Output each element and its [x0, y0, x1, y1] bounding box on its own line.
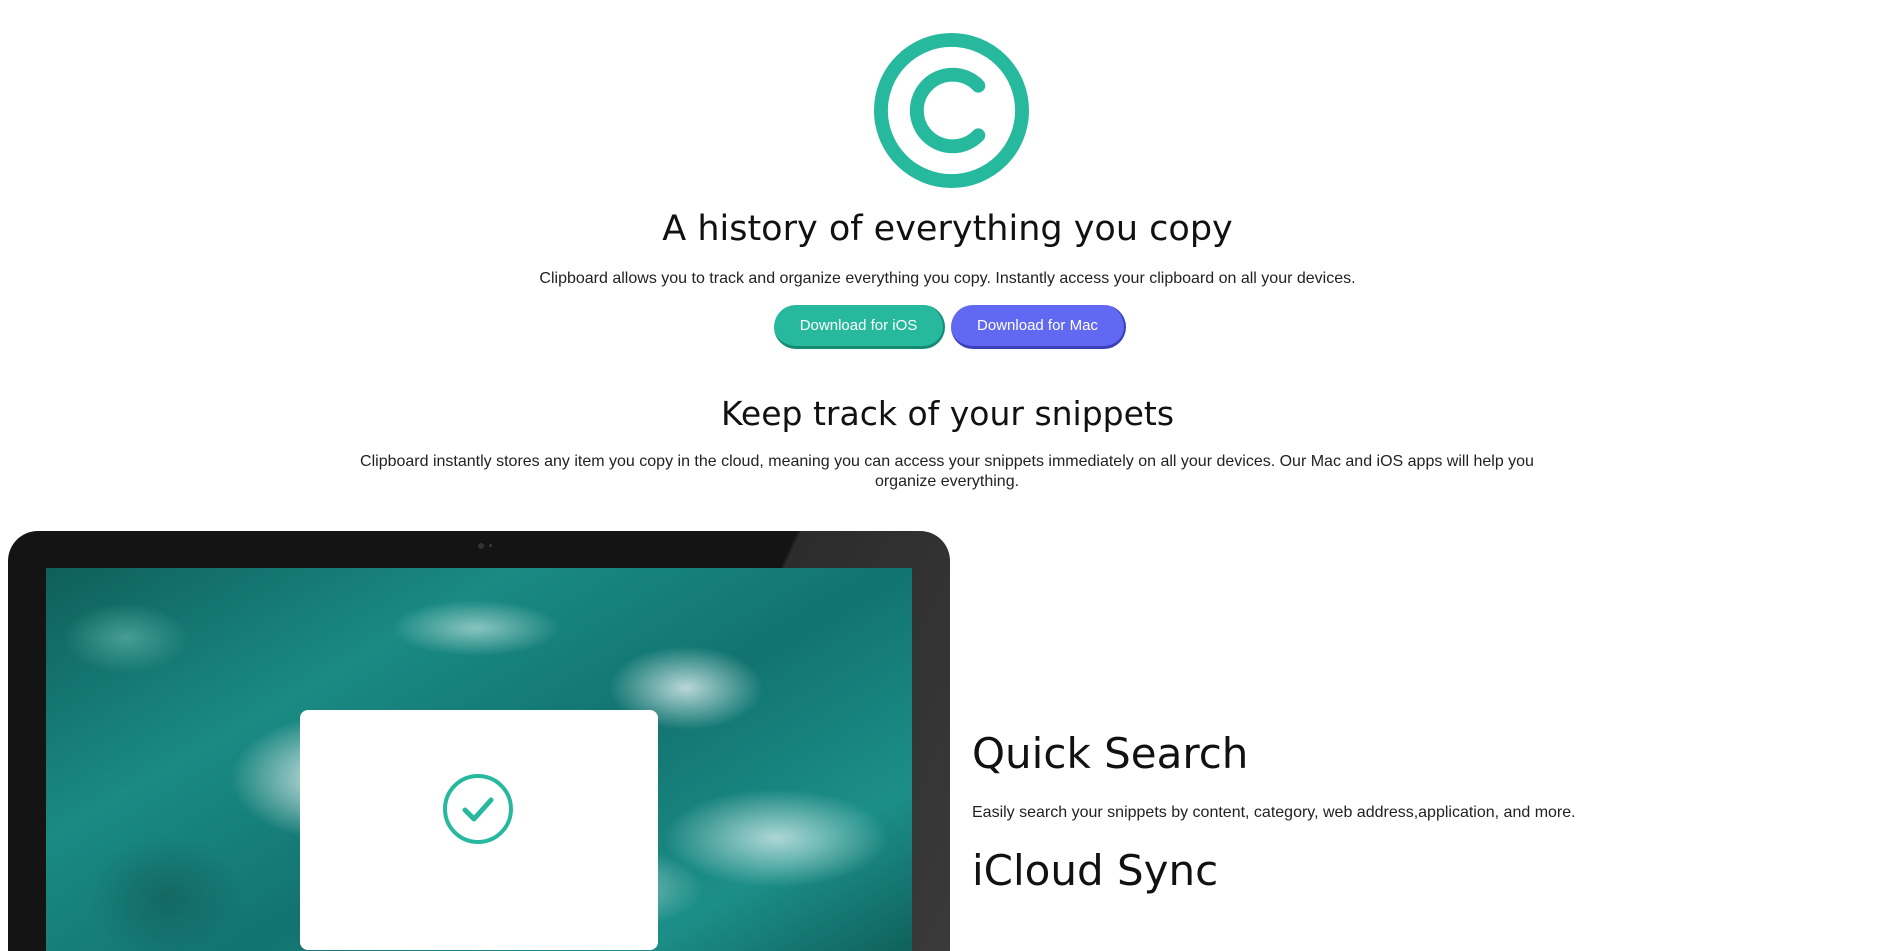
- download-buttons: Download for iOS Download for Mac: [774, 305, 1126, 349]
- download-mac-button[interactable]: Download for Mac: [951, 305, 1126, 349]
- hero-subtitle: Clipboard allows you to track and organi…: [539, 270, 1356, 287]
- clipboard-logo-icon: [873, 32, 1030, 189]
- feature-title-quick-search: Quick Search: [972, 729, 1249, 778]
- snippets-title: Keep track of your snippets: [720, 394, 1175, 433]
- camera-sensor: [489, 544, 492, 547]
- hero-title: A history of everything you copy: [662, 209, 1233, 249]
- feature-description-quick-search: Easily search your snippets by content, …: [972, 804, 1576, 821]
- check-circle-icon: [443, 774, 513, 844]
- camera-icon: [478, 543, 484, 549]
- download-ios-button[interactable]: Download for iOS: [774, 305, 945, 349]
- snippets-description: Clipboard instantly stores any item you …: [360, 453, 1534, 490]
- feature-title-icloud-sync: iCloud Sync: [972, 846, 1219, 895]
